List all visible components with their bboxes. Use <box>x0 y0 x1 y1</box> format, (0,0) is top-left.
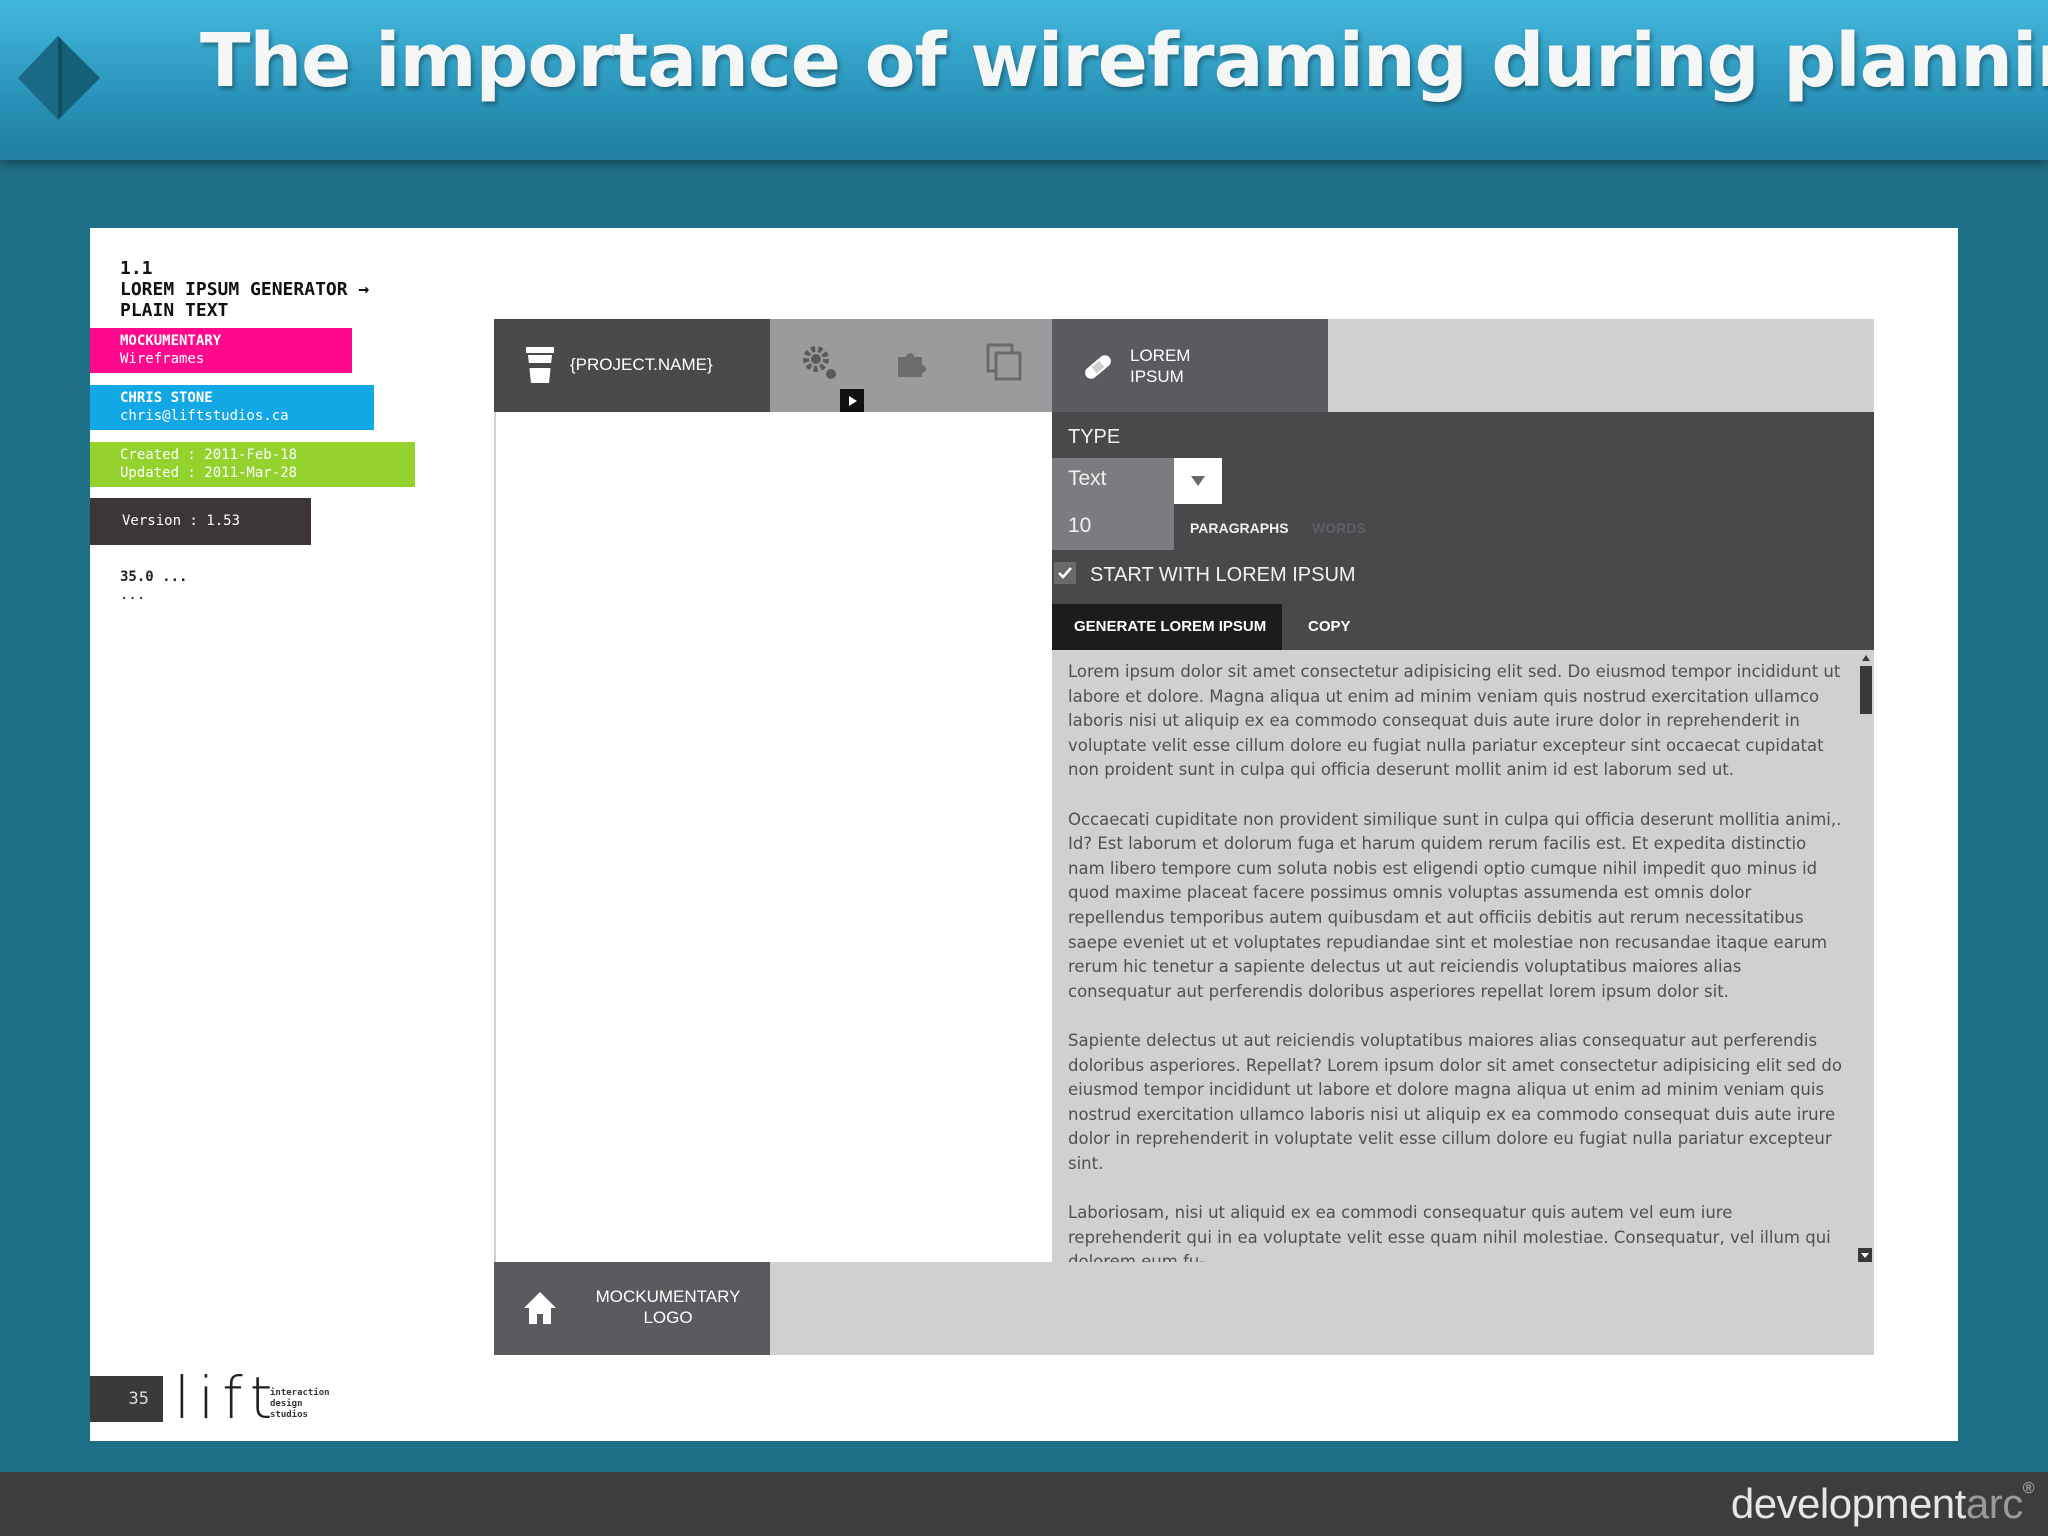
play-button[interactable] <box>840 389 864 413</box>
scrollbar-thumb[interactable] <box>1860 666 1872 714</box>
studio-tagline: interaction design studios <box>270 1388 330 1421</box>
author-tag: CHRIS STONE chris@liftstudios.ca <box>90 385 374 430</box>
nav-fill <box>1328 319 1874 412</box>
slide-header: The importance of wireframing during pla… <box>0 0 2048 160</box>
screen-id-number: 35.0 ... <box>120 569 188 585</box>
section-title-line1: LOREM IPSUM GENERATOR → <box>120 279 370 300</box>
play-icon <box>849 396 857 406</box>
tagline-line: studios <box>270 1410 308 1420</box>
scroll-down-icon <box>1861 1253 1869 1258</box>
unit-paragraphs-option[interactable]: PARAGRAPHS <box>1190 520 1289 536</box>
checkmark-icon <box>1058 567 1072 579</box>
home-nav[interactable]: MOCKUMENTARY LOGO <box>494 1262 770 1355</box>
output-paragraph: Lorem ipsum dolor sit amet consectetur a… <box>1068 662 1841 780</box>
type-label: TYPE <box>1068 426 1121 448</box>
created-date: Created : 2011-Feb-18 <box>120 447 298 463</box>
output-paragraph: Laboriosam, nisi ut aliquid ex ea commod… <box>1068 1203 1831 1262</box>
footer-fill <box>770 1262 1874 1355</box>
start-with-label: START WITH LOREM IPSUM <box>1090 564 1356 586</box>
screen-id-sub: ... <box>120 587 146 603</box>
scroll-down-button[interactable] <box>1858 1248 1872 1262</box>
slide-title: The importance of wireframing during pla… <box>200 18 2048 104</box>
footer-logo-line1: MOCKUMENTARY <box>595 1287 741 1306</box>
count-input[interactable]: 10 <box>1052 504 1174 550</box>
type-dropdown-button[interactable] <box>1174 458 1222 504</box>
coffee-cup-icon <box>526 347 554 383</box>
tagline-line: design <box>270 1399 303 1409</box>
wireframe-document: 1.1 LOREM IPSUM GENERATOR → PLAIN TEXT M… <box>90 228 1958 1441</box>
screen-id: 35.0 ... ... <box>120 568 187 604</box>
footer-logo-line2: LOGO <box>643 1308 693 1327</box>
content-pane <box>494 412 1052 1262</box>
brand-main: development <box>1730 1480 1967 1527</box>
author-name: CHRIS STONE <box>120 390 213 406</box>
start-with-checkbox[interactable] <box>1054 562 1076 584</box>
page-number: 35 <box>90 1376 163 1422</box>
chevron-down-icon <box>1191 476 1205 486</box>
version-tag: Version : 1.53 <box>90 498 311 545</box>
project-tag: MOCKUMENTARY Wireframes <box>90 328 352 373</box>
tab-lorem-ipsum[interactable]: LOREM IPSUM <box>1052 319 1328 412</box>
toolbar <box>770 319 1052 413</box>
author-email: chris@liftstudios.ca <box>120 408 289 424</box>
bandage-icon <box>1085 355 1111 379</box>
project-nav[interactable]: {PROJECT.NAME} <box>494 319 770 412</box>
output-paragraph: Sapiente delectus ut aut reiciendis volu… <box>1068 1030 1842 1173</box>
project-subtitle: Wireframes <box>120 351 205 367</box>
brand-accent: arc <box>1965 1480 2023 1527</box>
slide-footer: developmentarc® <box>0 1472 2048 1536</box>
section-number: 1.1 <box>120 258 153 279</box>
type-select[interactable]: Text <box>1052 458 1174 504</box>
brand-mark: ® <box>2022 1480 2035 1497</box>
generator-panel: TYPE Text 10 PARAGRAPHS WORDS START WITH… <box>1052 412 1874 1262</box>
generate-button[interactable]: GENERATE LOREM IPSUM <box>1052 604 1282 650</box>
output-textarea[interactable]: Lorem ipsum dolor sit amet consectetur a… <box>1052 650 1874 1262</box>
copy-button[interactable]: COPY <box>1308 618 1351 635</box>
project-name-label: {PROJECT.NAME} <box>570 355 713 374</box>
gear-icon[interactable] <box>800 343 840 383</box>
dates-tag: Created : 2011-Feb-18 Updated : 2011-Mar… <box>90 442 415 487</box>
tab-label-line1: LOREM <box>1130 346 1191 365</box>
tagline-line: interaction <box>270 1388 330 1398</box>
section-title-line2: PLAIN TEXT <box>120 300 229 321</box>
unit-words-option[interactable]: WORDS <box>1312 520 1366 536</box>
studio-logo: lift <box>174 1364 281 1432</box>
app-wireframe: {PROJECT.NAME} LOREM IPSUM TYPE Text 10 … <box>494 319 1874 1355</box>
home-icon <box>524 1292 556 1324</box>
tab-label-line2: IPSUM <box>1130 367 1184 386</box>
arc-logo-icon <box>18 36 100 120</box>
version-label: Version : 1.53 <box>122 513 241 529</box>
puzzle-icon[interactable] <box>892 343 928 379</box>
section-heading: 1.1 LOREM IPSUM GENERATOR → PLAIN TEXT <box>120 258 369 321</box>
project-name: MOCKUMENTARY <box>120 333 222 349</box>
updated-date: Updated : 2011-Mar-28 <box>120 465 298 481</box>
output-text: Lorem ipsum dolor sit amet consectetur a… <box>1068 660 1844 1262</box>
output-paragraph: Occaecati cupiditate non provident simil… <box>1068 809 1842 1001</box>
copy-pages-icon[interactable] <box>986 343 1022 381</box>
brand-logo: developmentarc® <box>1730 1480 2035 1528</box>
scroll-up-icon[interactable] <box>1860 652 1872 664</box>
